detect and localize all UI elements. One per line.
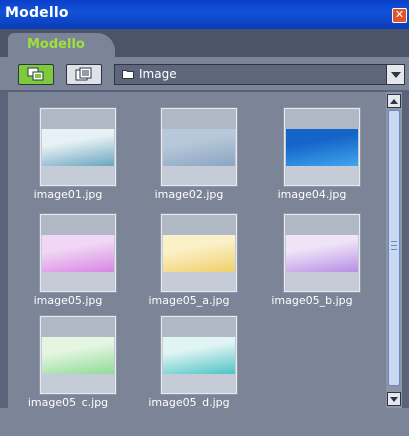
thumbnail-backdrop [162,317,236,337]
thumbnail-item[interactable]: image04.jpg [252,92,372,201]
thumbnail-frame[interactable] [284,214,360,292]
folder-select[interactable]: Image [114,64,405,85]
thumbnail-item[interactable]: image05.jpg [8,198,128,307]
thumbnail-frame[interactable] [161,214,237,292]
thumbnail-caption: image05_d.jpg [148,396,230,408]
thumbnail-item[interactable]: image02.jpg [129,92,249,201]
thumbnail-backdrop [41,109,115,129]
thumbnail-image [42,235,114,272]
thumbnail-backdrop [41,215,115,235]
thumbnail-backdrop [162,215,236,235]
scroll-up-button[interactable] [387,94,401,108]
vertical-scrollbar[interactable] [386,92,402,408]
thumbnail-image [286,235,358,272]
toolbar: Image [0,57,409,90]
grip-icon [391,241,397,254]
thumbnail-frame[interactable] [161,316,237,394]
thumbnail-frame[interactable] [40,214,116,292]
modello-window: Modello ✕ Modello Image image01.jpg imag… [0,0,409,436]
scroll-down-button[interactable] [387,392,401,406]
scrollbar-thumb[interactable] [388,110,400,386]
folder-icon [122,70,134,79]
thumbnail-backdrop [285,215,359,235]
thumbnail-view-button[interactable] [18,64,54,85]
thumbnail-image [286,129,358,166]
title-bar[interactable]: Modello ✕ [0,0,409,29]
thumbnail-frame[interactable] [284,108,360,186]
chevron-down-icon[interactable] [386,65,404,84]
thumbnail-item[interactable]: image05_d.jpg [129,300,249,408]
thumbnail-item[interactable]: image05_a.jpg [129,198,249,307]
thumbnail-image [163,129,235,166]
tab-modello[interactable]: Modello [8,33,115,57]
tab-label: Modello [27,37,85,52]
tab-strip: Modello [0,29,409,57]
thumbnail-image [42,129,114,166]
thumbnail-image [163,337,235,374]
thumbnail-view-icon [27,67,44,81]
film-view-button[interactable] [66,64,102,85]
thumbnail-backdrop [41,317,115,337]
thumbnail-item[interactable]: image05_c.jpg [8,300,128,408]
thumbnail-image [163,235,235,272]
thumbnail-image [42,337,114,374]
thumbnail-frame[interactable] [161,108,237,186]
thumbnail-caption: image05_c.jpg [27,396,109,408]
thumbnail-grid: image01.jpg image02.jpg image04.jpg image05… [8,92,388,408]
thumbnail-frame[interactable] [40,108,116,186]
image-browser: image01.jpg image02.jpg image04.jpg image05… [8,92,402,408]
status-area [0,408,409,436]
thumbnail-item[interactable]: image05_b.jpg [252,198,372,307]
thumbnail-caption: image05_b.jpg [271,294,353,307]
thumbnail-item[interactable]: image01.jpg [8,92,128,201]
window-title: Modello [5,5,69,21]
film-view-icon [75,67,92,81]
close-icon[interactable]: ✕ [392,8,407,23]
folder-select-value: Image [139,67,177,81]
thumbnail-frame[interactable] [40,316,116,394]
thumbnail-backdrop [285,109,359,129]
thumbnail-backdrop [162,109,236,129]
